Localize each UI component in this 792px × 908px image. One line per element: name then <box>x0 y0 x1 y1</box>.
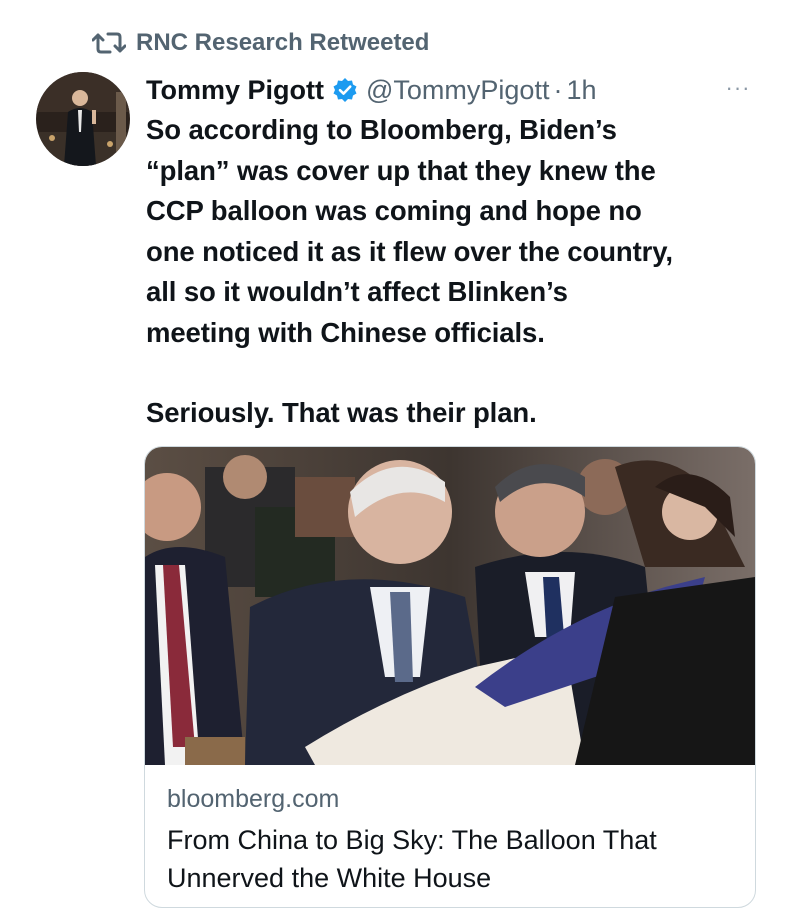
avatar[interactable] <box>36 72 130 166</box>
tweet-header: Tommy Pigott @TommyPigott · 1h <box>146 70 597 110</box>
card-title[interactable]: From China to Big Sky: The Balloon That … <box>167 821 737 897</box>
link-card[interactable]: bloomberg.com From China to Big Sky: The… <box>144 446 756 908</box>
header-separator: · <box>553 74 563 105</box>
more-options-icon[interactable]: ··· <box>718 76 758 100</box>
card-domain: bloomberg.com <box>167 785 340 813</box>
tweet-text: So according to Bloomberg, Biden’s “plan… <box>146 110 766 434</box>
tweet-timestamp[interactable]: 1h <box>566 75 596 106</box>
verified-badge-icon <box>333 78 357 102</box>
author-name[interactable]: Tommy Pigott <box>146 75 324 106</box>
tweet-paragraph: Seriously. That was their plan. <box>146 397 537 428</box>
retweet-label: RNC Research Retweeted <box>136 29 430 56</box>
author-handle[interactable]: @TommyPigott <box>366 75 549 106</box>
retweet-context[interactable]: RNC Research Retweeted <box>92 26 429 60</box>
card-image <box>145 447 755 765</box>
tweet-paragraph: So according to Bloomberg, Biden’s “plan… <box>146 114 673 348</box>
avatar-photo <box>36 72 130 166</box>
retweet-icon <box>92 32 126 54</box>
